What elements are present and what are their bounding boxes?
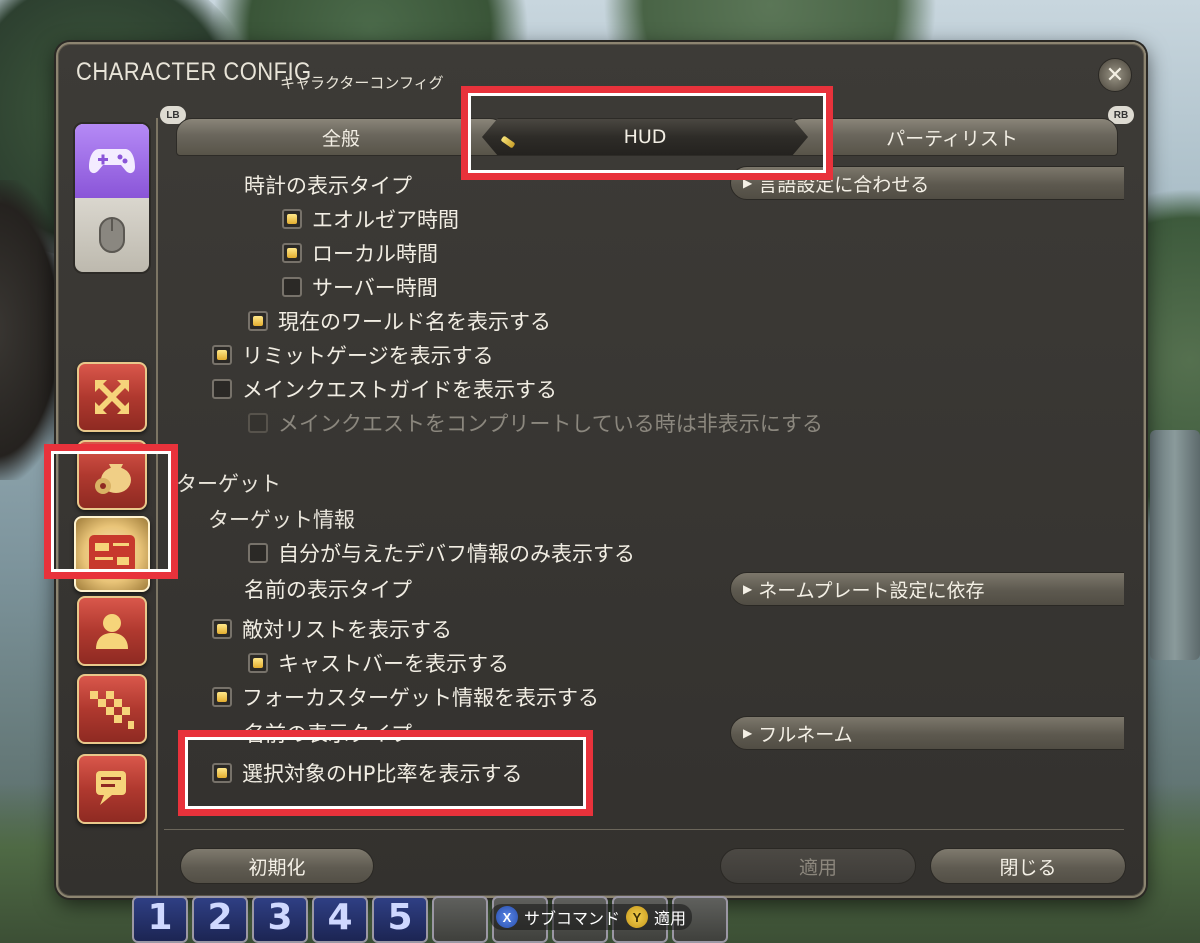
focus-target-option[interactable]: フォーカスターゲット情報を表示する [212, 682, 599, 712]
checkbox-icon[interactable] [212, 345, 232, 365]
limit-gauge-option[interactable]: リミットゲージを表示する [212, 340, 494, 370]
dropdown-arrow-icon: ▶ [743, 726, 753, 740]
party-checker-icon[interactable] [77, 674, 147, 744]
checkbox-icon [248, 413, 268, 433]
controller-hint-bar: X サブコマンド Y 適用 [490, 904, 693, 930]
target-section-heading: ターゲット [176, 472, 281, 496]
chat-icon[interactable] [77, 754, 147, 824]
checkbox-icon[interactable] [248, 543, 268, 563]
enmity-list-option[interactable]: 敵対リストを表示する [212, 614, 452, 644]
y-button-icon: Y [626, 906, 649, 928]
eorzea-time-option[interactable]: エオルゼア時間 [282, 204, 459, 234]
checkbox-icon[interactable] [212, 619, 232, 639]
arrows-icon[interactable] [77, 362, 147, 432]
checkbox-icon[interactable] [282, 277, 302, 297]
window-title: CHARACTER CONFIG [76, 58, 312, 86]
checkbox-icon[interactable] [282, 209, 302, 229]
hotbar-slot[interactable]: 5 [372, 896, 428, 943]
checkbox-icon[interactable] [212, 687, 232, 707]
checkbox-icon[interactable] [212, 379, 232, 399]
mouse-icon[interactable] [75, 198, 149, 272]
close-icon: ✕ [1105, 62, 1125, 88]
target-info-heading: ターゲット情報 [208, 508, 355, 532]
annotation-highlight-hp-ratio [178, 730, 593, 816]
world-name-option[interactable]: 現在のワールド名を表示する [248, 306, 551, 336]
close-button[interactable]: 閉じる [930, 848, 1126, 884]
name-type-label: 名前の表示タイプ [244, 578, 412, 602]
local-time-option[interactable]: ローカル時間 [282, 238, 438, 268]
person-icon[interactable] [77, 596, 147, 666]
hotbar-slot[interactable]: 1 [132, 896, 188, 943]
annotation-highlight-hud-category [44, 444, 178, 579]
tab-party-list[interactable]: パーティリスト [786, 118, 1118, 156]
tab-general[interactable]: 全般 [176, 118, 506, 156]
annotation-highlight-hud-tab [461, 86, 833, 180]
server-time-option[interactable]: サーバー時間 [282, 272, 438, 302]
gamepad-icon[interactable] [75, 124, 149, 198]
settings-list: 時計の表示タイプ ▶ 言語設定に合わせる エオルゼア時間 ローカル時間 サーバー… [164, 156, 1124, 830]
input-mode-switch[interactable] [73, 122, 151, 274]
msq-guide-option[interactable]: メインクエストガイドを表示する [212, 374, 557, 404]
msq-hide-option: メインクエストをコンプリートしている時は非表示にする [248, 408, 823, 438]
hotbar-slot[interactable] [432, 896, 488, 943]
hotbar-slot[interactable]: 3 [252, 896, 308, 943]
clock-type-label: 時計の表示タイプ [244, 174, 412, 198]
checkbox-icon[interactable] [248, 653, 268, 673]
name-type-dropdown[interactable]: ▶ ネームプレート設定に依存 [730, 572, 1124, 606]
reset-button[interactable]: 初期化 [180, 848, 374, 884]
hotbar-slot[interactable]: 4 [312, 896, 368, 943]
dropdown-arrow-icon: ▶ [743, 582, 753, 596]
checkbox-icon[interactable] [282, 243, 302, 263]
stone-pillar [1150, 430, 1200, 660]
window-subtitle: キャラクターコンフィグ [280, 74, 444, 92]
close-window-button[interactable]: ✕ [1098, 58, 1132, 92]
x-button-icon: X [496, 906, 518, 928]
own-debuffs-option[interactable]: 自分が与えたデバフ情報のみ表示する [248, 538, 635, 568]
hotbar-slot[interactable]: 2 [192, 896, 248, 943]
focus-name-type-dropdown[interactable]: ▶ フルネーム [730, 716, 1124, 750]
apply-button[interactable]: 適用 [720, 848, 916, 884]
subcommand-hint: サブコマンド [524, 909, 621, 928]
apply-hint: 適用 [654, 909, 687, 928]
checkbox-icon[interactable] [248, 311, 268, 331]
cast-bar-option[interactable]: キャストバーを表示する [248, 648, 509, 678]
